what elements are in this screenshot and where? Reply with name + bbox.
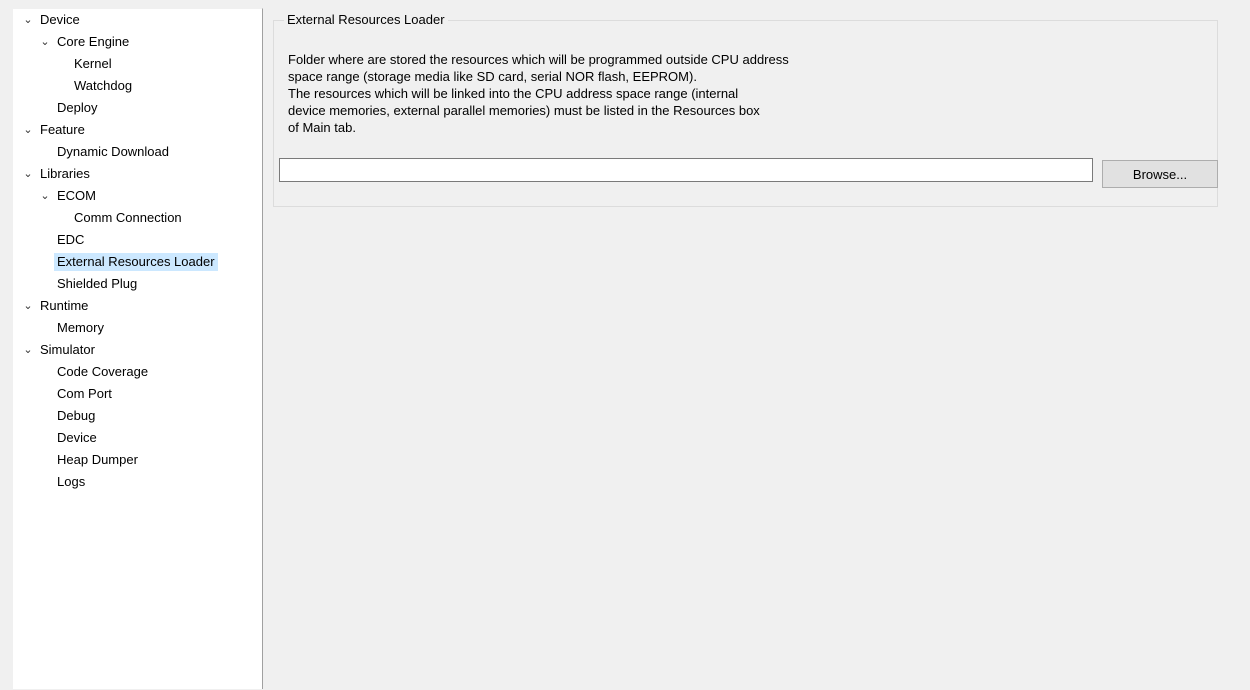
chevron-down-icon[interactable]: ⌄ (21, 295, 35, 317)
tree-item-label: External Resources Loader (54, 253, 218, 271)
group-description: Folder where are stored the resources wh… (288, 51, 888, 136)
group-title: External Resources Loader (284, 12, 448, 28)
tree-item-memory[interactable]: Memory (13, 317, 262, 339)
chevron-down-icon[interactable]: ⌄ (38, 31, 52, 53)
tree-item-label: Logs (57, 474, 86, 489)
tree-item-label: Debug (57, 408, 96, 423)
tree-item-label: Shielded Plug (57, 276, 138, 291)
chevron-down-icon[interactable]: ⌄ (21, 9, 35, 31)
tree-item-ecom[interactable]: ⌄ ECOM (13, 185, 262, 207)
tree-item-simulator[interactable]: ⌄ Simulator (13, 339, 262, 361)
tree-item-dynamic-download[interactable]: Dynamic Download (13, 141, 262, 163)
tree-item-label: Libraries (40, 166, 90, 181)
chevron-down-icon[interactable]: ⌄ (21, 339, 35, 361)
tree-item-device[interactable]: ⌄ Device (13, 9, 262, 31)
tree-item-label: Deploy (57, 100, 98, 115)
tree-item-label: Simulator (40, 342, 95, 357)
folder-path-input[interactable] (279, 158, 1093, 182)
tree-item-deploy[interactable]: Deploy (13, 97, 262, 119)
tree-item-label: Watchdog (74, 78, 133, 93)
tree-item-label: Device (40, 12, 80, 27)
tree-item-watchdog[interactable]: Watchdog (13, 75, 262, 97)
description-line: space range (storage media like SD card,… (288, 69, 697, 84)
tree-item-label: Kernel (74, 56, 112, 71)
description-line: device memories, external parallel memor… (288, 103, 760, 118)
description-line: The resources which will be linked into … (288, 86, 739, 101)
description-line: of Main tab. (288, 120, 356, 135)
preferences-tree[interactable]: ⌄ Device ⌄ Core Engine Kernel Watchdog Deploy ⌄… (13, 8, 263, 689)
preference-page: External Resources Loader Folder where a… (264, 8, 1250, 689)
tree-item-core-engine[interactable]: ⌄ Core Engine (13, 31, 262, 53)
tree-item-kernel[interactable]: Kernel (13, 53, 262, 75)
tree-item-label: Dynamic Download (57, 144, 169, 159)
tree-item-label: Device (57, 430, 97, 445)
tree-item-debug[interactable]: Debug (13, 405, 262, 427)
tree-item-shielded-plug[interactable]: Shielded Plug (13, 273, 262, 295)
description-line: Folder where are stored the resources wh… (288, 52, 789, 67)
tree-item-libraries[interactable]: ⌄ Libraries (13, 163, 262, 185)
tree-item-comm-connection[interactable]: Comm Connection (13, 207, 262, 229)
tree-item-code-coverage[interactable]: Code Coverage (13, 361, 262, 383)
tree-item-edc[interactable]: EDC (13, 229, 262, 251)
tree-item-label: Heap Dumper (57, 452, 138, 467)
chevron-down-icon[interactable]: ⌄ (21, 163, 35, 185)
tree-item-label: Runtime (40, 298, 89, 313)
tree-item-label: Code Coverage (57, 364, 149, 379)
tree-item-feature[interactable]: ⌄ Feature (13, 119, 262, 141)
chevron-down-icon[interactable]: ⌄ (21, 119, 35, 141)
tree-item-com-port[interactable]: Com Port (13, 383, 262, 405)
chevron-down-icon[interactable]: ⌄ (38, 185, 52, 207)
tree-item-label: Com Port (57, 386, 112, 401)
tree-item-label: ECOM (57, 188, 96, 203)
tree-item-logs[interactable]: Logs (13, 471, 262, 493)
tree-item-external-resources-loader[interactable]: External Resources Loader (13, 251, 262, 273)
tree-item-label: Comm Connection (74, 210, 182, 225)
tree-item-label: EDC (57, 232, 85, 247)
tree-item-device[interactable]: Device (13, 427, 262, 449)
tree-item-runtime[interactable]: ⌄ Runtime (13, 295, 262, 317)
browse-button[interactable]: Browse... (1102, 160, 1218, 188)
tree-item-label: Core Engine (57, 34, 130, 49)
tree-item-heap-dumper[interactable]: Heap Dumper (13, 449, 262, 471)
tree-item-label: Feature (40, 122, 85, 137)
tree-item-label: Memory (57, 320, 104, 335)
